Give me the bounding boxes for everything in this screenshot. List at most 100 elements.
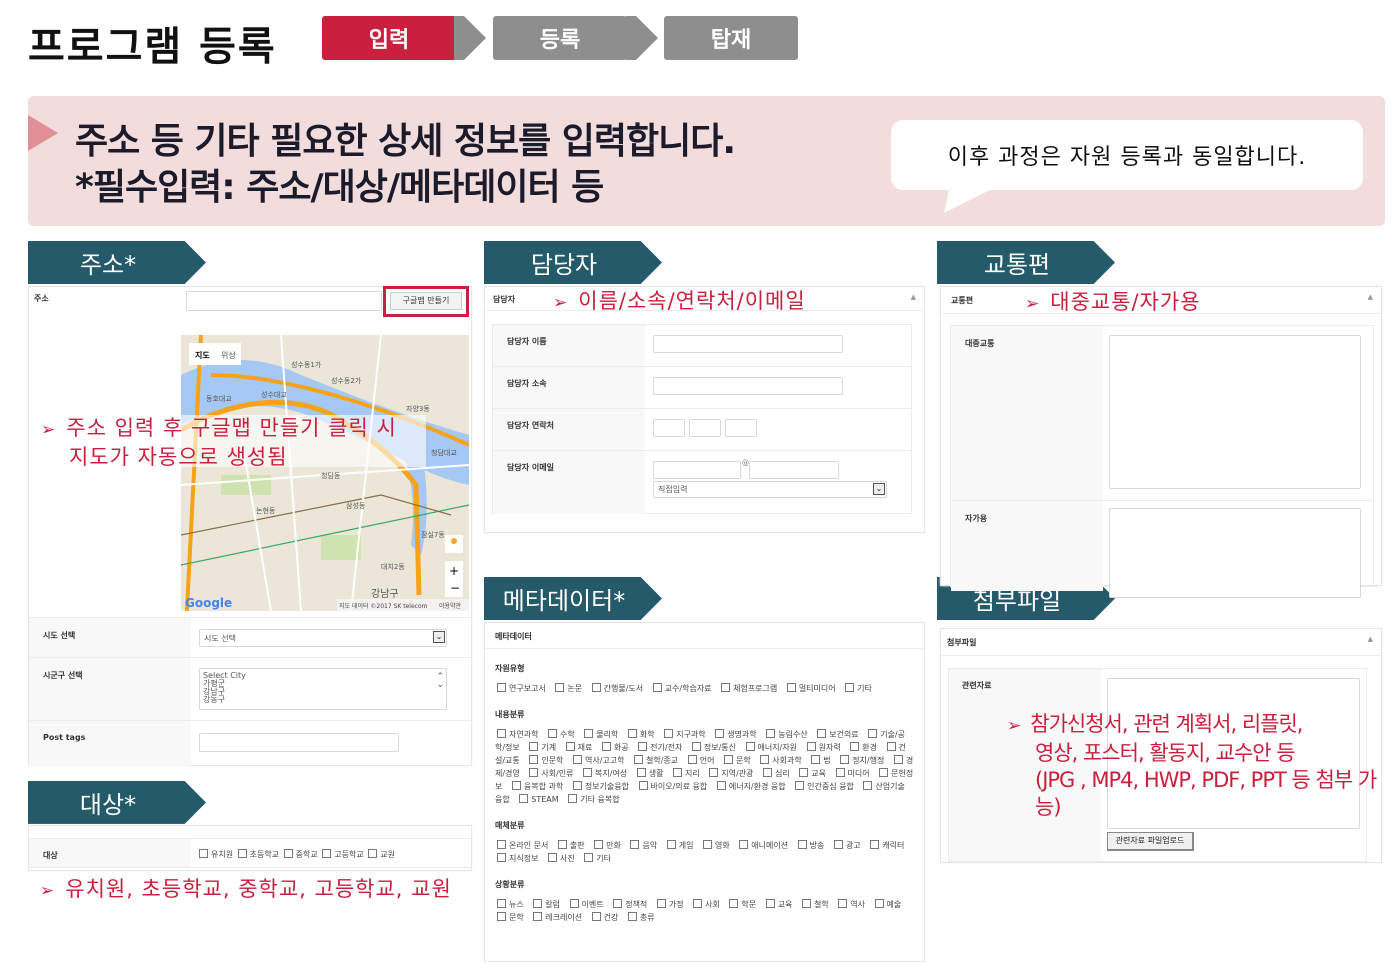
checkbox[interactable] bbox=[765, 899, 775, 908]
checkbox[interactable] bbox=[739, 840, 749, 849]
checkbox[interactable] bbox=[568, 794, 578, 803]
pegman-icon[interactable] bbox=[451, 538, 457, 544]
checkbox[interactable] bbox=[519, 794, 529, 803]
checkbox[interactable] bbox=[497, 853, 506, 862]
checkbox[interactable] bbox=[723, 755, 733, 764]
checkbox[interactable] bbox=[715, 729, 725, 738]
checkbox[interactable] bbox=[497, 912, 506, 921]
checkbox[interactable] bbox=[283, 849, 293, 858]
checkbox[interactable] bbox=[591, 683, 601, 692]
checkbox[interactable] bbox=[548, 853, 557, 862]
car-textarea[interactable] bbox=[1109, 508, 1361, 598]
map-tab-satellite[interactable]: 위성 bbox=[221, 351, 236, 360]
checkbox[interactable] bbox=[840, 755, 850, 764]
checkbox[interactable] bbox=[786, 683, 796, 692]
checkbox[interactable] bbox=[709, 768, 719, 777]
checkbox[interactable] bbox=[799, 768, 809, 777]
checkbox[interactable] bbox=[664, 729, 674, 738]
checkbox[interactable] bbox=[845, 683, 855, 692]
scroll-arrows-icon[interactable]: ⌃ ⌄ bbox=[436, 673, 444, 690]
checkbox[interactable] bbox=[835, 768, 845, 777]
checkbox[interactable] bbox=[638, 781, 648, 790]
checkbox[interactable] bbox=[613, 899, 623, 908]
checkbox[interactable] bbox=[548, 729, 557, 738]
checkbox[interactable] bbox=[511, 781, 521, 790]
map-tab-map[interactable]: 지도 bbox=[195, 350, 210, 360]
checkbox[interactable] bbox=[497, 840, 506, 849]
org-input[interactable] bbox=[653, 377, 843, 395]
checkbox[interactable] bbox=[652, 683, 662, 692]
checkbox[interactable] bbox=[863, 781, 873, 790]
collapse-icon[interactable]: ▲ bbox=[911, 293, 916, 301]
checkbox[interactable] bbox=[693, 899, 703, 908]
zoom-in-button[interactable]: + bbox=[449, 564, 459, 578]
checkbox[interactable] bbox=[691, 742, 701, 751]
checkbox[interactable] bbox=[850, 742, 860, 751]
checkbox[interactable] bbox=[879, 768, 889, 777]
checkbox[interactable] bbox=[237, 849, 247, 858]
checkbox[interactable] bbox=[893, 755, 903, 764]
collapse-icon[interactable]: ▲ bbox=[1368, 293, 1373, 301]
checkbox[interactable] bbox=[497, 899, 506, 908]
checkbox[interactable] bbox=[760, 755, 770, 764]
phone-input-3[interactable] bbox=[725, 419, 757, 437]
checkbox[interactable] bbox=[797, 840, 807, 849]
checkbox[interactable] bbox=[529, 755, 539, 764]
checkbox[interactable] bbox=[583, 768, 593, 777]
checkbox[interactable] bbox=[497, 729, 506, 738]
checkbox[interactable] bbox=[555, 683, 565, 692]
checkbox[interactable] bbox=[638, 742, 648, 751]
checkbox[interactable] bbox=[533, 912, 543, 921]
checkbox[interactable] bbox=[672, 768, 682, 777]
tags-input[interactable] bbox=[199, 733, 399, 752]
checkbox[interactable] bbox=[729, 899, 739, 908]
map-terms-link[interactable]: 이용약관 bbox=[439, 602, 462, 610]
email-domain-select[interactable]: 직접입력 ⌄ bbox=[653, 481, 887, 498]
checkbox[interactable] bbox=[572, 781, 582, 790]
checkbox[interactable] bbox=[870, 840, 880, 849]
checkbox[interactable] bbox=[557, 840, 567, 849]
sido-select[interactable]: 시도 선택 ⌄ bbox=[199, 629, 447, 647]
checkbox[interactable] bbox=[630, 840, 640, 849]
map-view[interactable]: 지도 위성 성수동1가 성수동2가 성수대교 동호대교 청담대교 청담동 논현동… bbox=[181, 335, 469, 611]
checkbox[interactable] bbox=[368, 849, 378, 858]
checkbox[interactable] bbox=[703, 840, 713, 849]
public-textarea[interactable] bbox=[1109, 335, 1361, 489]
checkbox[interactable] bbox=[565, 742, 575, 751]
zoom-out-button[interactable]: − bbox=[450, 581, 460, 595]
checkbox[interactable] bbox=[584, 853, 594, 862]
checkbox[interactable] bbox=[801, 899, 811, 908]
checkbox[interactable] bbox=[199, 849, 208, 858]
checkbox[interactable] bbox=[529, 742, 539, 751]
checkbox[interactable] bbox=[584, 729, 594, 738]
collapse-icon[interactable]: ▲ bbox=[1368, 635, 1373, 643]
email-local-input[interactable] bbox=[653, 461, 741, 479]
checkbox[interactable] bbox=[817, 729, 827, 738]
checkbox[interactable] bbox=[591, 912, 601, 921]
checkbox[interactable] bbox=[497, 683, 506, 692]
checkbox[interactable] bbox=[795, 781, 805, 790]
checkbox[interactable] bbox=[634, 755, 644, 764]
checkbox[interactable] bbox=[838, 899, 848, 908]
checkbox[interactable] bbox=[666, 840, 676, 849]
checkbox[interactable] bbox=[745, 742, 755, 751]
checkbox[interactable] bbox=[636, 768, 646, 777]
name-input[interactable] bbox=[653, 335, 843, 353]
sigungu-listbox[interactable]: Select City 가평군 강남구 강동구 ⌃ ⌄ bbox=[199, 668, 447, 710]
checkbox[interactable] bbox=[833, 840, 843, 849]
checkbox[interactable] bbox=[811, 755, 821, 764]
checkbox[interactable] bbox=[322, 849, 332, 858]
checkbox[interactable] bbox=[627, 729, 637, 738]
checkbox[interactable] bbox=[529, 768, 539, 777]
checkbox[interactable] bbox=[868, 729, 878, 738]
checkbox[interactable] bbox=[627, 912, 637, 921]
checkbox[interactable] bbox=[687, 755, 697, 764]
checkbox[interactable] bbox=[721, 683, 731, 692]
checkbox[interactable] bbox=[533, 899, 543, 908]
checkbox[interactable] bbox=[569, 899, 579, 908]
checkbox[interactable] bbox=[594, 840, 604, 849]
checkbox[interactable] bbox=[766, 729, 776, 738]
email-domain-input[interactable] bbox=[749, 461, 839, 479]
upload-button[interactable]: 관련자료 파일업로드 bbox=[1107, 832, 1194, 851]
checkbox[interactable] bbox=[601, 742, 611, 751]
